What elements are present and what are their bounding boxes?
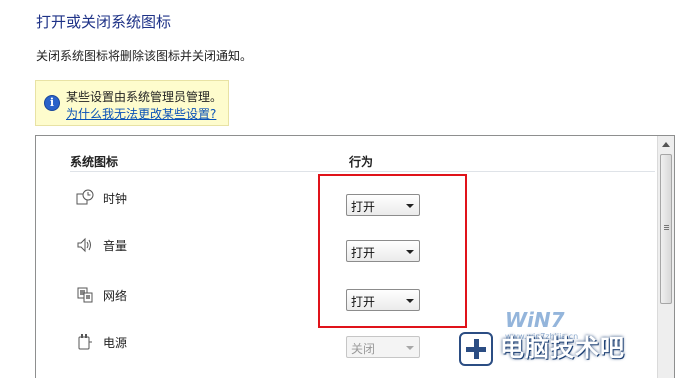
header-divider <box>70 171 655 172</box>
volume-icon <box>77 237 91 253</box>
column-header-behavior: 行为 <box>349 155 374 169</box>
watermark-logo-icon <box>459 332 493 366</box>
highlight-box <box>318 174 467 328</box>
grip-icon <box>664 225 669 226</box>
row-label: 电源 <box>103 336 128 350</box>
info-banner: i 某些设置由系统管理员管理。 为什么我无法更改某些设置? <box>35 80 229 126</box>
row-label: 音量 <box>103 239 128 253</box>
info-icon: i <box>44 95 60 111</box>
network-icon <box>77 287 93 303</box>
power-icon <box>78 334 92 350</box>
why-cant-change-link[interactable]: 为什么我无法更改某些设置? <box>66 105 216 122</box>
scrollbar-thumb[interactable] <box>660 154 672 304</box>
clock-icon <box>76 189 94 205</box>
page-description: 关闭系统图标将删除该图标并关闭通知。 <box>36 49 253 63</box>
watermark-text: 电脑技术吧 <box>500 334 625 362</box>
page-title: 打开或关闭系统图标 <box>36 13 172 31</box>
select-value: 关闭 <box>351 342 376 356</box>
power-behavior-select[interactable]: 关闭 <box>346 336 420 358</box>
watermark: WiN7 www.win7zhijia.cn 电脑技术吧 <box>455 302 686 378</box>
row-label: 时钟 <box>103 192 128 206</box>
row-label: 网络 <box>103 289 128 303</box>
info-text: 某些设置由系统管理员管理。 <box>66 90 223 104</box>
column-header-system-icon: 系统图标 <box>70 155 119 169</box>
chevron-down-icon <box>406 346 414 350</box>
scroll-up-arrow-icon[interactable] <box>662 142 670 147</box>
